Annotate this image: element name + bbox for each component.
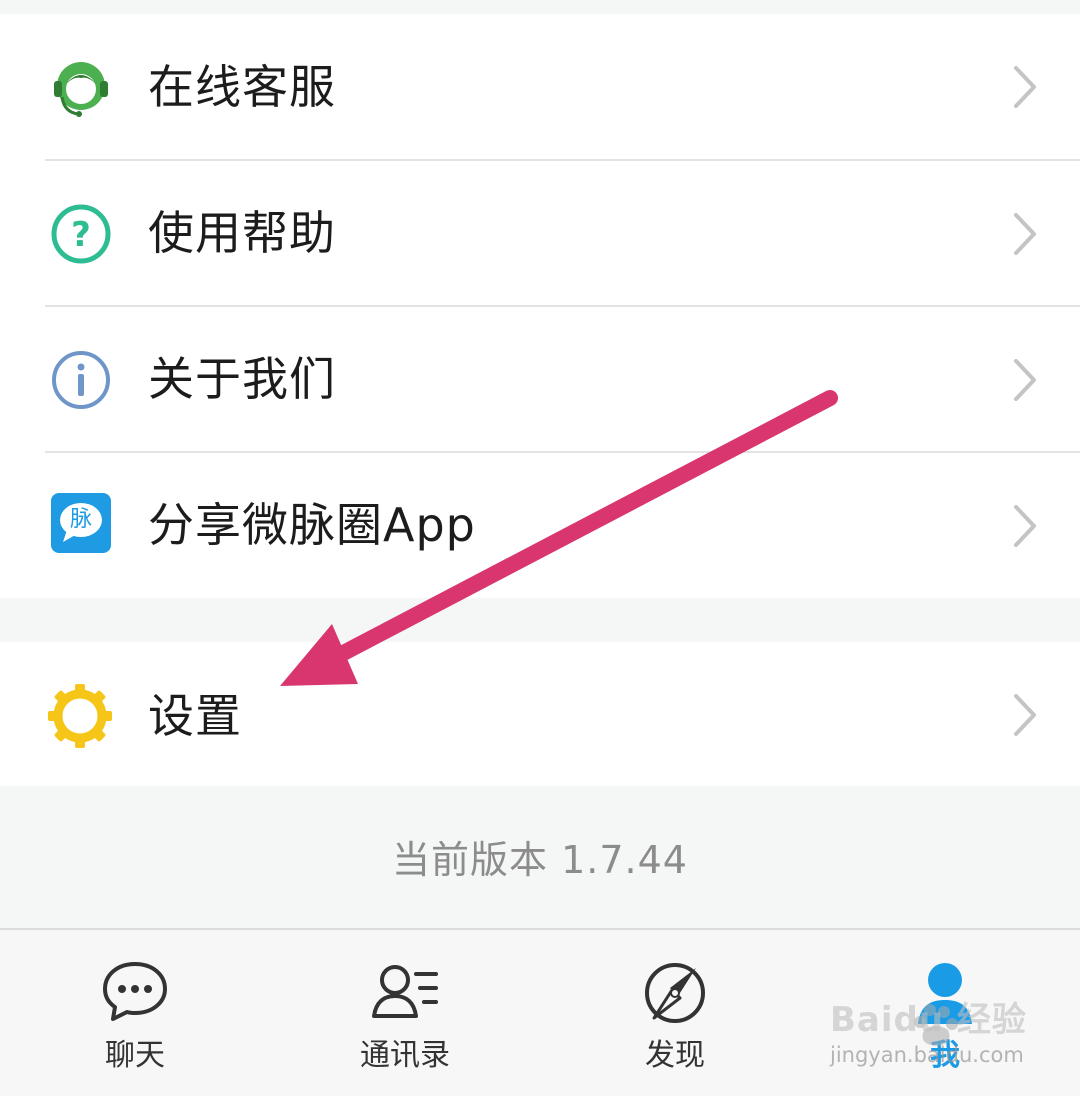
menu-group-top: 在线客服 ? 使用帮助 关于我们 脉 分享微脉圈App xyxy=(0,14,1080,598)
discover-compass-icon xyxy=(645,963,705,1023)
chevron-right-icon xyxy=(1014,66,1036,108)
tab-label: 聊天 xyxy=(105,1038,165,1073)
menu-item-about[interactable]: 关于我们 xyxy=(0,307,1080,452)
tab-discover[interactable]: 发现 xyxy=(540,930,810,1096)
headset-support-icon xyxy=(54,62,108,117)
menu-item-label: 在线客服 xyxy=(148,60,336,114)
chevron-right-icon xyxy=(1014,359,1036,401)
tab-label: 发现 xyxy=(645,1038,705,1073)
menu-item-share-app[interactable]: 脉 分享微脉圈App xyxy=(0,453,1080,598)
chevron-right-icon xyxy=(1014,505,1036,547)
app-logo-icon: 脉 xyxy=(51,493,111,553)
chat-bubble-icon xyxy=(103,962,167,1021)
menu-item-label: 关于我们 xyxy=(148,352,336,406)
app-logo-text: 脉 xyxy=(69,507,92,532)
menu-item-settings[interactable]: 设置 xyxy=(0,642,1080,786)
menu-item-online-support[interactable]: 在线客服 xyxy=(0,14,1080,159)
watermark-brand: Baidu 经验 xyxy=(830,1000,1027,1040)
info-circle-icon xyxy=(52,351,110,409)
tab-contacts[interactable]: 通讯录 xyxy=(270,930,540,1096)
tab-chat[interactable]: 聊天 xyxy=(0,930,270,1096)
menu-item-label: 使用帮助 xyxy=(148,206,336,260)
svg-text:?: ? xyxy=(71,215,91,255)
menu-item-help[interactable]: ? 使用帮助 xyxy=(0,161,1080,306)
contacts-icon xyxy=(372,965,438,1018)
chevron-right-icon xyxy=(1014,213,1036,255)
question-circle-icon: ? xyxy=(51,204,111,264)
watermark-url: jingyan.baidu.com xyxy=(830,1043,1024,1067)
menu-item-label: 分享微脉圈App xyxy=(148,498,476,552)
chevron-right-icon xyxy=(1014,694,1036,736)
tab-label: 通讯录 xyxy=(360,1038,450,1073)
menu-item-label: 设置 xyxy=(148,689,242,743)
menu-group-settings: 设置 xyxy=(0,642,1080,786)
version-text: 当前版本 1.7.44 xyxy=(392,838,688,882)
gear-icon xyxy=(48,684,112,748)
